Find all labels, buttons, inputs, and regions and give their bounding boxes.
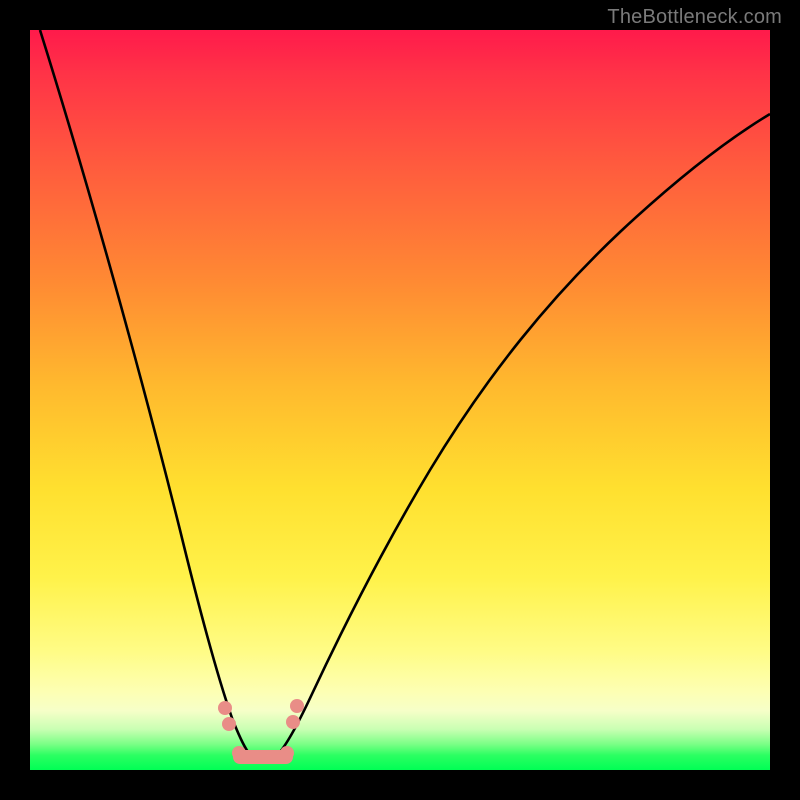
plot-area xyxy=(30,30,770,770)
curve-svg xyxy=(30,30,770,770)
valley-dot-right-lower xyxy=(286,715,300,729)
watermark-text: TheBottleneck.com xyxy=(607,6,782,29)
valley-dot-right-upper xyxy=(290,699,304,713)
valley-end-right xyxy=(280,746,294,760)
valley-end-left xyxy=(232,746,246,760)
bottleneck-curve xyxy=(40,30,770,752)
chart-stage: TheBottleneck.com xyxy=(0,0,800,800)
valley-dot-left-upper xyxy=(218,701,232,715)
valley-dot-left-lower xyxy=(222,717,236,731)
